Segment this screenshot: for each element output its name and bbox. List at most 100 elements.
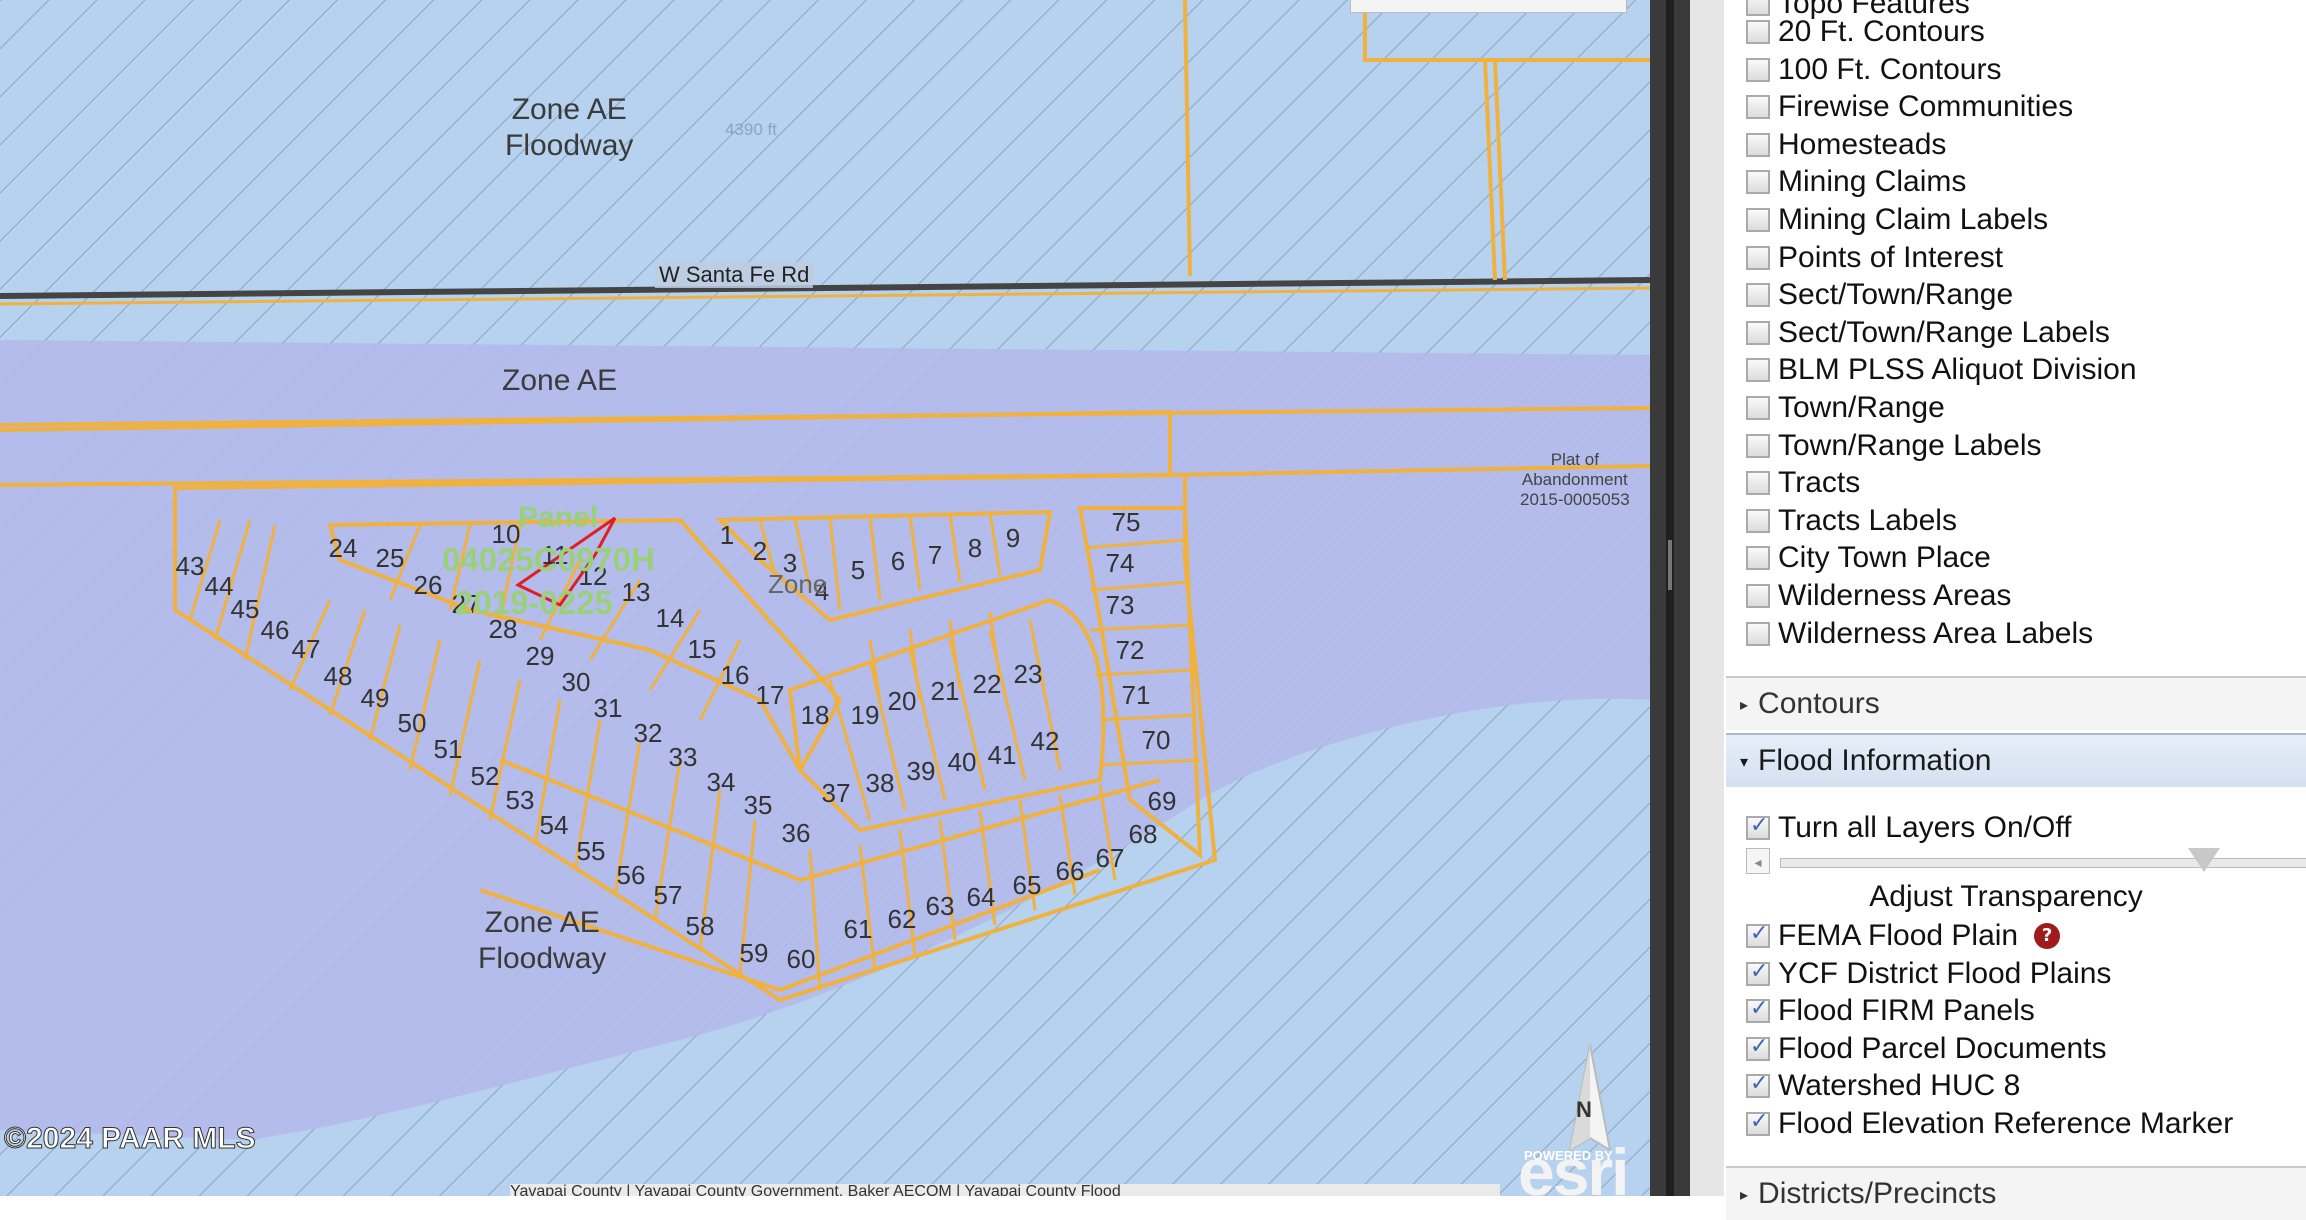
layer-item-city-town-place[interactable]: City Town Place: [1746, 540, 1991, 576]
lot-number-34: 34: [707, 767, 736, 797]
road-label: W Santa Fe Rd: [655, 262, 814, 288]
map-view[interactable]: 1 2 3 4 5 6 7 8 9 10 11 12 13 14 15 16 17 18 19 20 21 22 23 24 2…: [0, 0, 1650, 1196]
checkbox[interactable]: [1746, 1071, 1770, 1099]
lot-number-37: 37: [822, 778, 851, 808]
checkbox[interactable]: [1746, 170, 1770, 195]
layer-item-tracts[interactable]: Tracts: [1746, 465, 1860, 501]
layer-item-mining-claim-labels[interactable]: Mining Claim Labels: [1746, 202, 2048, 238]
checkbox[interactable]: [1746, 95, 1770, 120]
layer-label: Mining Claim Labels: [1778, 203, 2049, 236]
section-title: Flood Information: [1758, 744, 1992, 777]
checkbox[interactable]: [1746, 320, 1770, 345]
checkbox[interactable]: [1746, 433, 1770, 458]
layer-item-blm-plss-aliquot-division[interactable]: BLM PLSS Aliquot Division: [1746, 352, 2137, 388]
layer-item-20-ft-contours[interactable]: 20 Ft. Contours: [1746, 14, 1985, 50]
layer-label: Tracts: [1778, 466, 1861, 500]
section-districts-precincts[interactable]: ▸ Districts/Precincts: [1726, 1166, 2306, 1220]
layer-label: 20 Ft. Contours: [1778, 15, 1985, 48]
lot-number-70: 70: [1142, 725, 1171, 755]
slider-track[interactable]: [1780, 858, 2306, 868]
lot-number-40: 40: [948, 747, 977, 777]
layer-item-town-range-labels[interactable]: Town/Range Labels: [1746, 428, 2042, 464]
layer-item-homesteads[interactable]: Homesteads: [1746, 127, 1946, 163]
lot-number-33: 33: [669, 742, 698, 772]
layer-label: Firewise Communities: [1778, 90, 2074, 124]
section-contours[interactable]: ▸ Contours: [1726, 676, 2306, 730]
slider-thumb[interactable]: [2188, 848, 2220, 872]
layer-label: YCF District Flood Plains: [1778, 956, 2112, 990]
lot-number-9: 9: [1006, 523, 1020, 553]
checkbox[interactable]: [1746, 584, 1770, 608]
checkbox[interactable]: [1746, 959, 1770, 986]
zone-inline-label: Zone: [768, 569, 828, 599]
checkbox[interactable]: [1746, 621, 1770, 646]
checkbox[interactable]: [1746, 57, 1770, 82]
transparency-label: Adjust Transparency: [1869, 880, 2143, 913]
lot-number-72: 72: [1116, 635, 1145, 665]
lot-number-46: 46: [261, 615, 290, 645]
checkbox[interactable]: [1746, 208, 1770, 232]
layer-item-sect-town-range[interactable]: Sect/Town/Range: [1746, 277, 2013, 313]
lot-number-41: 41: [988, 740, 1017, 770]
checkbox[interactable]: [1746, 996, 1770, 1024]
layer-item-watershed-huc-8[interactable]: Watershed HUC 8: [1746, 1068, 2020, 1104]
layer-item-wilderness-area-labels[interactable]: Wilderness Area Labels: [1746, 616, 2093, 652]
lot-number-49: 49: [361, 683, 390, 713]
layer-item-ycf-district-flood-plains[interactable]: YCF District Flood Plains: [1746, 956, 2111, 992]
zone-label-floodway-bottom: Zone AE Floodway: [478, 906, 607, 975]
checkbox[interactable]: [1746, 132, 1770, 157]
lot-number-54: 54: [540, 810, 569, 840]
lot-number-66: 66: [1056, 856, 1085, 886]
layer-label: Sect/Town/Range: [1778, 278, 2014, 312]
layer-item-tracts-labels[interactable]: Tracts Labels: [1746, 503, 1957, 539]
checkbox[interactable]: [1746, 508, 1770, 533]
layer-item-flood-elevation-reference-marker[interactable]: Flood Elevation Reference Marker: [1746, 1106, 2233, 1142]
lot-number-48: 48: [324, 661, 353, 691]
panel-splitter[interactable]: [1650, 0, 1690, 1196]
checkbox[interactable]: [1746, 396, 1770, 420]
lot-number-64: 64: [967, 882, 996, 912]
section-title: Contours: [1758, 687, 1880, 720]
checkbox[interactable]: [1746, 813, 1770, 840]
checkbox[interactable]: [1746, 245, 1770, 270]
checkbox[interactable]: [1746, 1109, 1770, 1136]
lot-number-56: 56: [617, 860, 646, 890]
lot-number-45: 45: [231, 594, 260, 624]
lot-number-24: 24: [329, 533, 358, 563]
layer-item-flood-parcel-documents[interactable]: Flood Parcel Documents: [1746, 1031, 2106, 1067]
layer-item-flood-firm-panels[interactable]: Flood FIRM Panels: [1746, 993, 2035, 1029]
layer-item-points-of-interest[interactable]: Points of Interest: [1746, 240, 2003, 276]
checkbox[interactable]: [1746, 921, 1770, 948]
layer-item-firewise-communities[interactable]: Firewise Communities: [1746, 89, 2073, 125]
zone-label-ae: Zone AE: [502, 364, 618, 397]
panel-label: Panel: [518, 501, 599, 534]
transparency-slider[interactable]: ◂: [1746, 848, 2306, 874]
checkbox[interactable]: [1746, 283, 1770, 308]
help-icon[interactable]: ?: [2034, 923, 2061, 949]
layer-label: Tracts Labels: [1778, 503, 1957, 537]
layer-item-100-ft-contours[interactable]: 100 Ft. Contours: [1746, 52, 2001, 88]
lot-number-13: 13: [622, 577, 651, 607]
layer-label: Flood FIRM Panels: [1778, 994, 2035, 1028]
layer-item-wilderness-areas[interactable]: Wilderness Areas: [1746, 578, 2011, 614]
layer-item-town-range[interactable]: Town/Range: [1746, 390, 1945, 426]
layer-item-mining-claims[interactable]: Mining Claims: [1746, 164, 1966, 200]
checkbox[interactable]: [1746, 358, 1770, 383]
section-flood-information[interactable]: ▾ Flood Information: [1726, 733, 2306, 787]
lot-number-69: 69: [1148, 786, 1177, 816]
lot-number-65: 65: [1013, 870, 1042, 900]
lot-number-25: 25: [376, 543, 405, 573]
layer-item-fema-flood-plain[interactable]: FEMA Flood Plain?: [1746, 918, 2061, 954]
checkbox[interactable]: [1746, 1034, 1770, 1061]
checkbox[interactable]: [1746, 546, 1770, 571]
layer-label: Town/Range Labels: [1778, 428, 2042, 462]
lot-number-1: 1: [720, 520, 734, 550]
map-overview-toggle[interactable]: [1350, 0, 1627, 13]
checkbox[interactable]: [1746, 471, 1770, 496]
layer-item-sect-town-range-labels[interactable]: Sect/Town/Range Labels: [1746, 315, 2110, 351]
splitter-grip[interactable]: [1668, 540, 1672, 590]
checkbox[interactable]: [1746, 20, 1770, 44]
layer-label: Town/Range: [1778, 391, 1945, 424]
slider-left-arrow-icon[interactable]: ◂: [1746, 848, 1770, 874]
toggle-all-layers[interactable]: Turn all Layers On/Off: [1746, 810, 2071, 846]
